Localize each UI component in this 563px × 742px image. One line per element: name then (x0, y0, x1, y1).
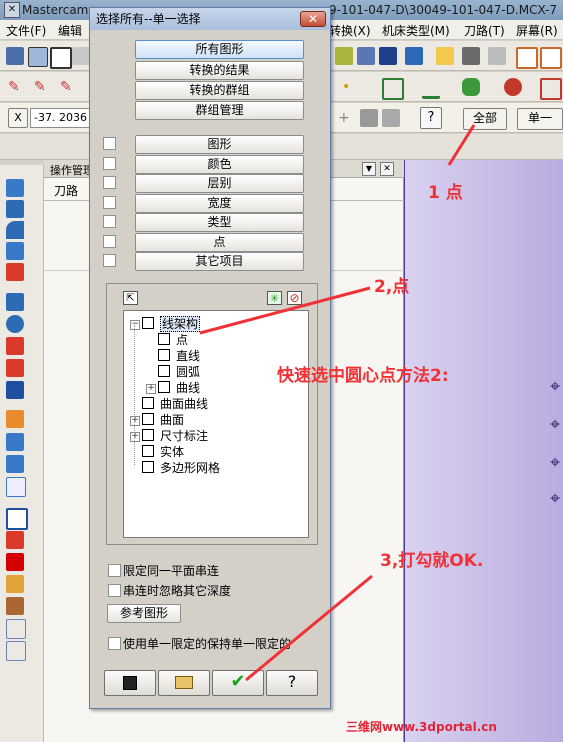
arrow-to-ok-button (245, 574, 373, 682)
arrow-to-point-item (199, 286, 371, 335)
watermark: 三维网www.3dportal.cn (346, 720, 497, 734)
arrow-to-all-button (447, 124, 476, 166)
annotation-method-title: 快速选中圆心点方法2: (277, 366, 449, 386)
annotation-step2: 2,点 (374, 277, 410, 297)
annotation-step3: 3,打勾就OK. (380, 551, 484, 571)
annotation-step1: 1 点 (428, 183, 463, 203)
